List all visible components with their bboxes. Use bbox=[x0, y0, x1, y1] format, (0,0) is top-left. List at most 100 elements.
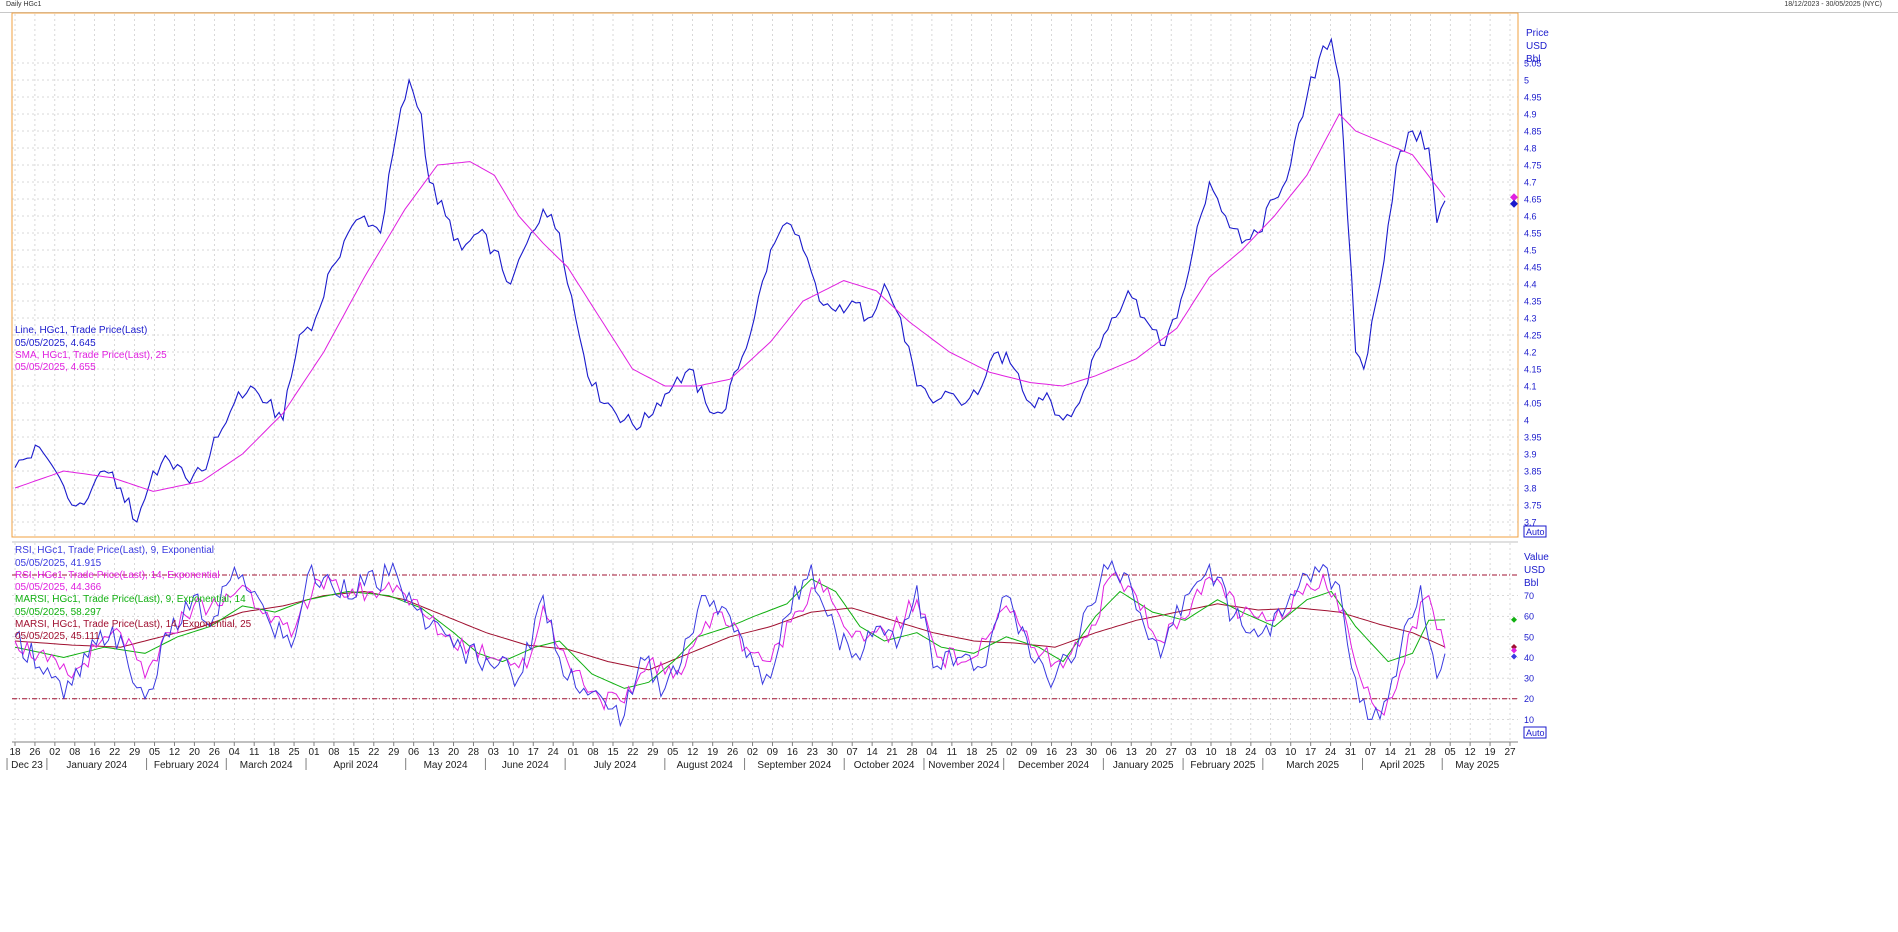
day-tick-label: 09 bbox=[1026, 747, 1038, 758]
legend-line-value: 05/05/2025, 4.645 bbox=[15, 338, 96, 349]
price-auto-button[interactable]: Auto bbox=[1523, 525, 1547, 538]
legend-sma-name: SMA, HGc1, Trade Price(Last), 25 bbox=[15, 350, 167, 361]
price-pane[interactable]: 3.73.753.83.853.93.9544.054.14.154.24.25… bbox=[11, 12, 1549, 538]
month-label: February 2025 bbox=[1190, 760, 1255, 771]
day-tick-label: 26 bbox=[209, 747, 221, 758]
rsi-series bbox=[14, 559, 1517, 728]
rsi-tick-label: 70 bbox=[1524, 591, 1534, 601]
instrument-title: Daily HGc1 bbox=[6, 1, 42, 8]
day-tick-label: 26 bbox=[29, 747, 41, 758]
rsi-units: Value USD Bbl bbox=[1524, 552, 1549, 589]
rsi-gridlines bbox=[12, 543, 1518, 741]
price-tick-label: 4.4 bbox=[1524, 280, 1537, 290]
price-tick-label: 4.55 bbox=[1524, 229, 1542, 239]
month-label: June 2024 bbox=[502, 760, 549, 771]
price-axis: 3.73.753.83.853.93.9544.054.14.154.24.25… bbox=[1524, 59, 1542, 528]
day-tick-label: 17 bbox=[528, 747, 540, 758]
day-tick-label: 24 bbox=[1245, 747, 1257, 758]
price-tick-label: 3.9 bbox=[1524, 450, 1537, 460]
chart-canvas[interactable]: 3.73.753.83.853.93.9544.054.14.154.24.25… bbox=[0, 12, 1898, 932]
month-label: February 2024 bbox=[154, 760, 219, 771]
legend-marsi14-value: 05/05/2025, 45.111 bbox=[15, 631, 100, 642]
day-tick-label: 15 bbox=[607, 747, 619, 758]
day-tick-labels: 18 26 02 08 16 22 29 05 12 20 26 04 11 18 25 01 08 15 22 29… bbox=[9, 747, 1516, 758]
month-label: March 2025 bbox=[1286, 760, 1339, 771]
month-label: March 2024 bbox=[240, 760, 293, 771]
rsi-unit-1: Value bbox=[1524, 552, 1549, 563]
day-tick-label: 05 bbox=[1445, 747, 1457, 758]
day-tick-label: 06 bbox=[408, 747, 420, 758]
day-tick-label: 08 bbox=[588, 747, 600, 758]
day-tick-label: 26 bbox=[727, 747, 739, 758]
month-labels: Dec 23 January 2024 February 2024 March 202… bbox=[11, 760, 1500, 771]
day-tick-label: 02 bbox=[49, 747, 61, 758]
price-legend: Line, HGc1, Trade Price(Last) 05/05/2025… bbox=[15, 325, 167, 373]
day-tick-label: 28 bbox=[906, 747, 918, 758]
day-tick-label: 03 bbox=[488, 747, 500, 758]
day-tick-label: 28 bbox=[1425, 747, 1437, 758]
day-tick-label: 11 bbox=[249, 747, 260, 758]
day-tick-label: 19 bbox=[1485, 747, 1497, 758]
price-tick-label: 4.5 bbox=[1524, 246, 1537, 256]
day-tick-label: 14 bbox=[1385, 747, 1397, 758]
price-line-series bbox=[14, 37, 1446, 523]
day-tick-label: 16 bbox=[787, 747, 799, 758]
price-unit-1: Price bbox=[1526, 28, 1549, 39]
day-tick-label: 04 bbox=[926, 747, 938, 758]
rsi-unit-2: USD bbox=[1524, 565, 1545, 576]
day-tick-label: 02 bbox=[1006, 747, 1018, 758]
legend-rsi14-name: RSI, HGc1, Trade Price(Last), 14, Expone… bbox=[15, 570, 220, 581]
day-tick-label: 19 bbox=[707, 747, 719, 758]
day-tick-label: 16 bbox=[1046, 747, 1058, 758]
day-tick-label: 05 bbox=[667, 747, 679, 758]
price-tick-label: 4.7 bbox=[1524, 178, 1537, 188]
day-tick-label: 20 bbox=[448, 747, 460, 758]
day-tick-label: 01 bbox=[308, 747, 320, 758]
day-tick-label: 21 bbox=[1405, 747, 1417, 758]
legend-rsi9-name: RSI, HGc1, Trade Price(Last), 9, Exponen… bbox=[15, 545, 214, 556]
day-tick-label: 12 bbox=[687, 747, 699, 758]
price-tick-label: 4.95 bbox=[1524, 93, 1542, 103]
rsi-tick-label: 50 bbox=[1524, 632, 1534, 642]
sma-line-series bbox=[14, 113, 1446, 492]
day-tick-label: 16 bbox=[89, 747, 101, 758]
price-tick-label: 4.2 bbox=[1524, 348, 1537, 358]
price-tick-label: 4.75 bbox=[1524, 161, 1542, 171]
day-tick-label: 24 bbox=[1325, 747, 1337, 758]
legend-marsi9-value: 05/05/2025, 58.297 bbox=[15, 607, 102, 618]
rsi-pane[interactable]: 10 20 30 40 50 60 70 RSI, HGc1, Trade Price(La… bbox=[12, 541, 1549, 741]
day-tick-label: 08 bbox=[328, 747, 340, 758]
month-label: January 2024 bbox=[66, 760, 127, 771]
day-tick-label: 28 bbox=[468, 747, 480, 758]
day-tick-label: 25 bbox=[986, 747, 998, 758]
date-range: 18/12/2023 - 30/05/2025 (NYC) bbox=[1784, 1, 1882, 8]
price-tick-label: 4.6 bbox=[1524, 212, 1537, 222]
day-tick-label: 21 bbox=[887, 747, 899, 758]
rsi-tick-label: 20 bbox=[1524, 694, 1534, 704]
rsi-axis: 10 20 30 40 50 60 70 bbox=[1524, 591, 1534, 725]
price-tick-label: 4.15 bbox=[1524, 365, 1542, 375]
rsi-tick-label: 10 bbox=[1524, 715, 1534, 725]
legend-marsi14-name: MARSI, HGc1, Trade Price(Last), 14, Expo… bbox=[15, 619, 252, 630]
month-label: October 2024 bbox=[854, 760, 915, 771]
day-tick-label: 11 bbox=[947, 747, 958, 758]
time-axis[interactable]: 18 26 02 08 16 22 29 05 12 20 26 04 11 18 25 01 08 15 22 29… bbox=[6, 741, 1518, 771]
day-tick-label: 27 bbox=[1504, 747, 1516, 758]
price-units: Price USD Bbl bbox=[1526, 28, 1549, 65]
price-tick-label: 4.65 bbox=[1524, 195, 1542, 205]
day-tick-label: 01 bbox=[568, 747, 580, 758]
month-label: September 2024 bbox=[757, 760, 831, 771]
line-last-marker bbox=[1510, 199, 1518, 208]
rsi14-last-marker bbox=[1511, 647, 1517, 654]
month-label: May 2024 bbox=[424, 760, 468, 771]
day-tick-label: 13 bbox=[428, 747, 440, 758]
month-label: Dec 23 bbox=[11, 760, 43, 771]
price-tick-label: 4.05 bbox=[1524, 399, 1542, 409]
day-tick-label: 29 bbox=[129, 747, 141, 758]
day-tick-label: 18 bbox=[9, 747, 21, 758]
price-tick-label: 4 bbox=[1524, 416, 1529, 426]
rsi-auto-button[interactable]: Auto bbox=[1523, 726, 1547, 739]
price-tick-label: 4.25 bbox=[1524, 331, 1542, 341]
legend-line-name: Line, HGc1, Trade Price(Last) bbox=[15, 325, 147, 336]
day-tick-label: 22 bbox=[368, 747, 380, 758]
